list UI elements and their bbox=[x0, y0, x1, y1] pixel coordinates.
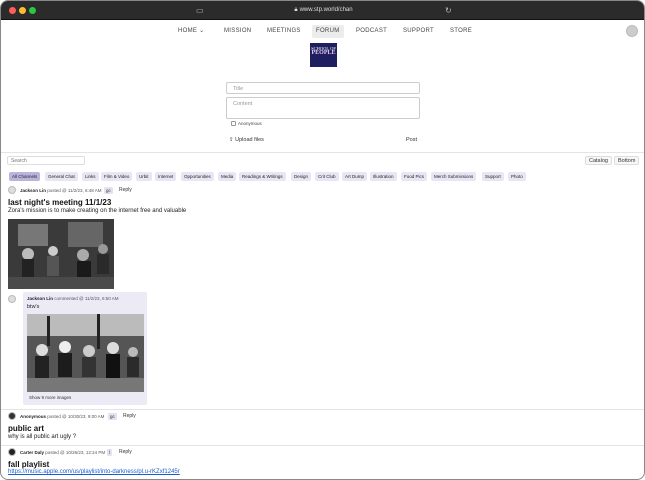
post-meta: Jackson Lin posted @ 11/2/23, 6:48 AM bbox=[20, 188, 102, 193]
title-bar: ▭ 🔒︎ www.stp.world/chan ↻ bbox=[1, 1, 644, 20]
bottom-button[interactable]: Bottom bbox=[614, 156, 640, 165]
divider bbox=[1, 409, 644, 410]
channel-chip[interactable]: Illustration bbox=[370, 172, 397, 181]
anonymous-label: Anonymous bbox=[238, 121, 262, 126]
title-input[interactable]: Title bbox=[226, 82, 420, 94]
channel-tag[interactable]: gc bbox=[108, 413, 117, 420]
post-meta: Anonymous posted @ 10/30/23, 9:00 AM bbox=[20, 414, 105, 419]
nav-mission[interactable]: MISSION bbox=[224, 25, 251, 38]
channel-chip[interactable]: Internet bbox=[155, 172, 177, 181]
channel-chip[interactable]: Design bbox=[291, 172, 312, 181]
post-body: why is all public art ugly ? bbox=[8, 434, 77, 440]
channel-chip[interactable]: Art Dump bbox=[342, 172, 368, 181]
channel-chip[interactable]: All Channels bbox=[9, 172, 41, 181]
channel-chip[interactable]: Readings & Writings bbox=[239, 172, 286, 181]
channel-chip[interactable]: Opportunities bbox=[181, 172, 214, 181]
avatar bbox=[8, 186, 16, 194]
lock-icon: 🔒︎ bbox=[294, 7, 298, 13]
upload-files-button[interactable]: ⇪ Upload files bbox=[229, 135, 264, 145]
channel-chip[interactable]: Food Pics bbox=[401, 172, 428, 181]
reply-button[interactable]: Reply bbox=[123, 413, 136, 420]
nav-support[interactable]: SUPPORT bbox=[403, 25, 434, 38]
channel-chip[interactable]: Merch Submissions bbox=[431, 172, 477, 181]
catalog-button[interactable]: Catalog bbox=[585, 156, 612, 165]
search-input[interactable]: Search bbox=[7, 156, 85, 165]
channel-chip[interactable]: Film & Video bbox=[101, 172, 133, 181]
avatar bbox=[8, 295, 16, 303]
avatar bbox=[8, 448, 16, 456]
nav-store[interactable]: STORE bbox=[450, 25, 472, 38]
divider bbox=[1, 445, 644, 446]
post-title[interactable]: fall playlist bbox=[8, 460, 49, 469]
channel-chip[interactable]: General Chat bbox=[45, 172, 78, 181]
avatar bbox=[8, 412, 16, 420]
channel-chip[interactable]: Support bbox=[482, 172, 504, 181]
channel-chip[interactable]: Links bbox=[82, 172, 99, 181]
comment-image[interactable] bbox=[27, 314, 144, 392]
show-more-images-link[interactable]: Show 9 more images bbox=[29, 395, 71, 400]
main-nav: HOME ⌄ MISSION MEETINGS FORUM PODCAST SU… bbox=[1, 25, 644, 39]
post-title[interactable]: last night's meeting 11/1/23 bbox=[8, 198, 111, 207]
post-button[interactable]: Post bbox=[406, 135, 417, 145]
upload-icon: ⇪ bbox=[229, 137, 234, 143]
user-avatar[interactable] bbox=[626, 25, 638, 37]
post-body: Zora's mission is to make creating on th… bbox=[8, 208, 187, 214]
comment-meta: Jackson Lin commented @ 11/2/23, 6:50 AM bbox=[27, 296, 119, 301]
post-title[interactable]: public art bbox=[8, 424, 44, 433]
nav-forum[interactable]: FORUM bbox=[312, 25, 344, 38]
divider bbox=[1, 152, 644, 153]
address-bar[interactable]: 🔒︎ www.stp.world/chan bbox=[1, 6, 644, 15]
nav-podcast[interactable]: PODCAST bbox=[356, 25, 387, 38]
browser-window: ▭ 🔒︎ www.stp.world/chan ↻ HOME ⌄ MISSION … bbox=[0, 0, 645, 480]
url-text: www.stp.world/chan bbox=[299, 7, 353, 13]
chevron-down-icon: ⌄ bbox=[199, 28, 205, 34]
comment-body: btw's bbox=[27, 304, 40, 310]
channel-chip[interactable]: Urbit bbox=[136, 172, 152, 181]
post-image[interactable] bbox=[8, 219, 114, 289]
channel-tag[interactable]: l bbox=[107, 449, 112, 456]
reply-button[interactable]: Reply bbox=[119, 449, 132, 456]
channel-chip[interactable]: Media bbox=[218, 172, 237, 181]
reload-icon[interactable]: ↻ bbox=[445, 6, 452, 15]
post-meta: Carter Daly posted @ 10/26/23, 12:24 PM bbox=[20, 450, 106, 455]
anonymous-checkbox[interactable] bbox=[231, 121, 236, 126]
channel-chip[interactable]: Crit Club bbox=[315, 172, 339, 181]
nav-home[interactable]: HOME ⌄ bbox=[178, 25, 205, 38]
content-textarea[interactable]: Content bbox=[226, 97, 420, 119]
site-logo[interactable]: SCHOOL OF PEOPLE bbox=[310, 43, 337, 67]
post-link[interactable]: https://music.apple.com/us/playlist/into… bbox=[8, 469, 180, 475]
channel-chip[interactable]: Photo bbox=[508, 172, 526, 181]
nav-meetings[interactable]: MEETINGS bbox=[267, 25, 301, 38]
reply-button[interactable]: Reply bbox=[119, 187, 132, 194]
channel-tag[interactable]: gc bbox=[104, 187, 113, 194]
